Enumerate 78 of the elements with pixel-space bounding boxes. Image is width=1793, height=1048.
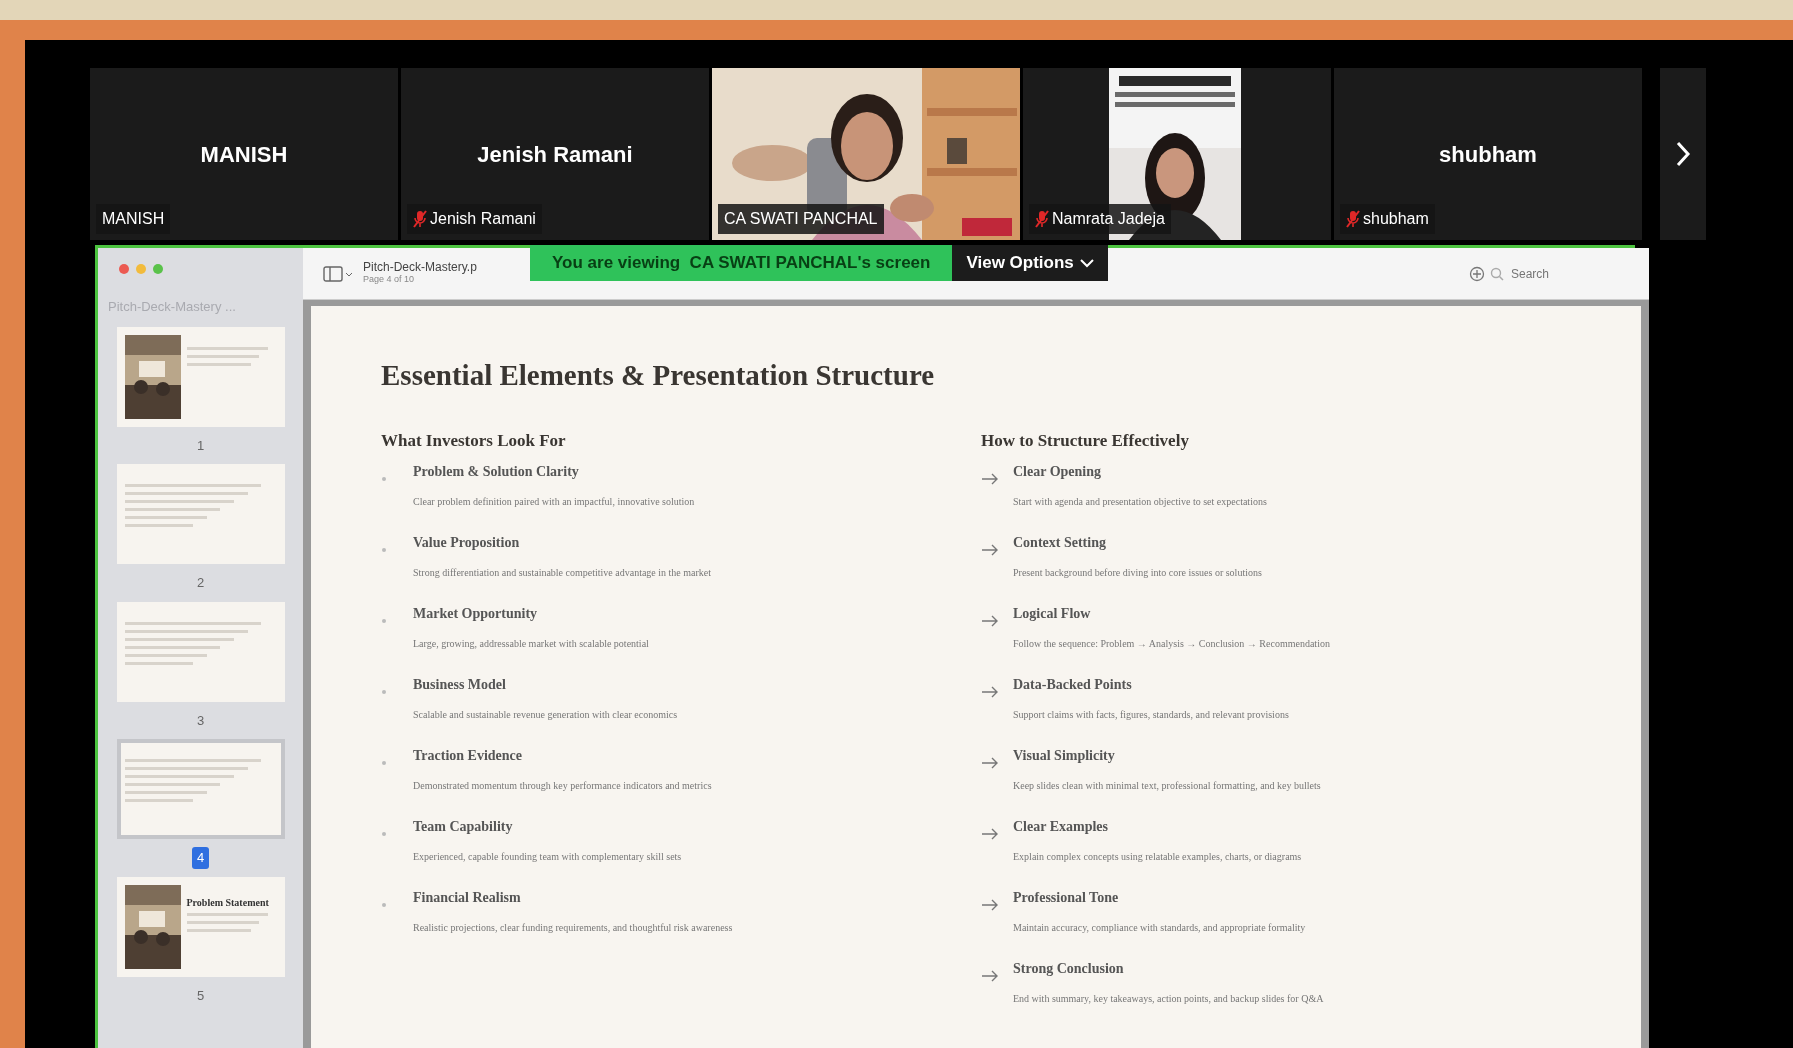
arrow-icon [981, 544, 999, 557]
item-title: Clear Examples [1013, 818, 1109, 836]
chevron-right-icon [1675, 140, 1691, 168]
item-title: Team Capability [413, 818, 514, 836]
item-description: Present background before diving into core issues or solutions [1013, 566, 1262, 580]
arrow-icon [981, 899, 999, 912]
arrow-icon [981, 473, 999, 486]
view-options-button[interactable]: View Options [952, 245, 1108, 281]
item-description: Large, growing, addressable market with scalable potential [413, 637, 649, 651]
arrow-icon [981, 828, 999, 841]
bullet-icon [381, 689, 387, 696]
zoom-in-icon [1469, 265, 1485, 282]
item-description: Demonstrated momentum through key performance indicators and metrics [413, 779, 712, 793]
page-number: 5 [195, 986, 206, 1005]
item-description: Explain complex concepts using relatable examples, charts, or diagrams [1013, 850, 1302, 864]
arrow-icon [981, 757, 999, 770]
item-description: Clear problem definition paired with an impactful, innovative solution [413, 495, 695, 509]
next-button[interactable] [1660, 68, 1706, 240]
bullet-icon [381, 618, 387, 625]
page-thumbnail[interactable] [116, 326, 285, 427]
share-banner: You are viewing CA SWATI PANCHAL's screen [530, 245, 953, 281]
name-label: Namrata Jadeja [1029, 204, 1171, 234]
item-description: Maintain accuracy, compliance with standards, and appropriate formality [1013, 921, 1306, 935]
item-title: Value Proposition [413, 534, 521, 552]
item-description: Follow the sequence: Problem → Analysis → Conclusion → Recommendation [1013, 637, 1330, 651]
page-thumbnail[interactable]: Problem Statement [116, 876, 285, 977]
page-thumbnail[interactable] [116, 464, 285, 564]
page-number: 3 [195, 711, 206, 730]
column-heading: How to Structure Effectively [981, 429, 1190, 452]
arrow-icon [981, 686, 999, 699]
bullet-icon [381, 902, 387, 909]
sidebar-toggle-icon [323, 265, 353, 282]
item-title: Strong Conclusion [1013, 960, 1125, 978]
item-description: End with summary, key takeaways, action points, and backup slides for Q&A [1013, 992, 1324, 1006]
item-title: Problem & Solution Clarity [413, 463, 580, 481]
item-description: Experienced, capable founding team with complementary skill sets [413, 850, 682, 864]
name-label: shubham [1340, 204, 1435, 234]
search-field[interactable]: Search [1509, 263, 1629, 284]
item-description: Scalable and sustainable revenue generation with clear economics [413, 708, 678, 722]
bullet-icon [381, 831, 387, 838]
caret-icon [1079, 258, 1094, 268]
item-title: Market Opportunity [413, 605, 539, 623]
file-name: Pitch-Deck-Mastery.p [363, 260, 477, 273]
page-thumbnail[interactable] [116, 601, 285, 702]
item-title: Data-Backed Points [1013, 676, 1133, 694]
name-label: Jenish Ramani [407, 204, 542, 234]
item-description: Support claims with facts, figures, standards, and relevant provisions [1013, 708, 1289, 722]
item-title: Business Model [413, 676, 507, 694]
thumbnail-title: Problem Statement [186, 896, 270, 908]
item-description: Keep slides clean with minimal text, professional formatting, and key bullets [1013, 779, 1321, 793]
item-title: Traction Evidence [413, 747, 523, 765]
page-thumbnail[interactable] [116, 739, 285, 839]
name-label: MANISH [96, 204, 171, 234]
search-icon [1490, 266, 1504, 281]
bullet-icon [381, 547, 387, 554]
item-description: Strong differentiation and sustainable competitive advantage in the market [413, 566, 712, 580]
participant-name: shubham [1439, 140, 1537, 169]
page-number: 1 [195, 436, 206, 455]
bullet-icon [381, 476, 387, 483]
item-title: Financial Realism [413, 889, 522, 907]
slide-title: Essential Elements & Presentation Structure [381, 358, 936, 393]
page-info: Page 4 of 10 [363, 273, 415, 286]
item-title: Logical Flow [1013, 605, 1092, 623]
participant-name: Jenish Ramani [477, 140, 633, 169]
bullet-icon [381, 760, 387, 767]
page-number: 2 [195, 574, 206, 592]
item-title: Visual Simplicity [1013, 747, 1116, 765]
item-title: Context Setting [1013, 534, 1107, 552]
column-heading: What Investors Look For [381, 429, 567, 452]
participant-name: MANISH [200, 140, 288, 169]
arrow-icon [981, 970, 999, 983]
item-title: Clear Opening [1013, 463, 1103, 481]
item-description: Start with agenda and presentation objective to set expectations [1013, 495, 1267, 509]
name-label: CA SWATI PANCHAL [718, 204, 884, 234]
page-number: 4 [191, 847, 210, 869]
arrow-icon [981, 615, 999, 628]
item-description: Realistic projections, clear funding requirements, and thoughtful risk awareness [413, 921, 733, 935]
item-title: Professional Tone [1013, 889, 1120, 907]
